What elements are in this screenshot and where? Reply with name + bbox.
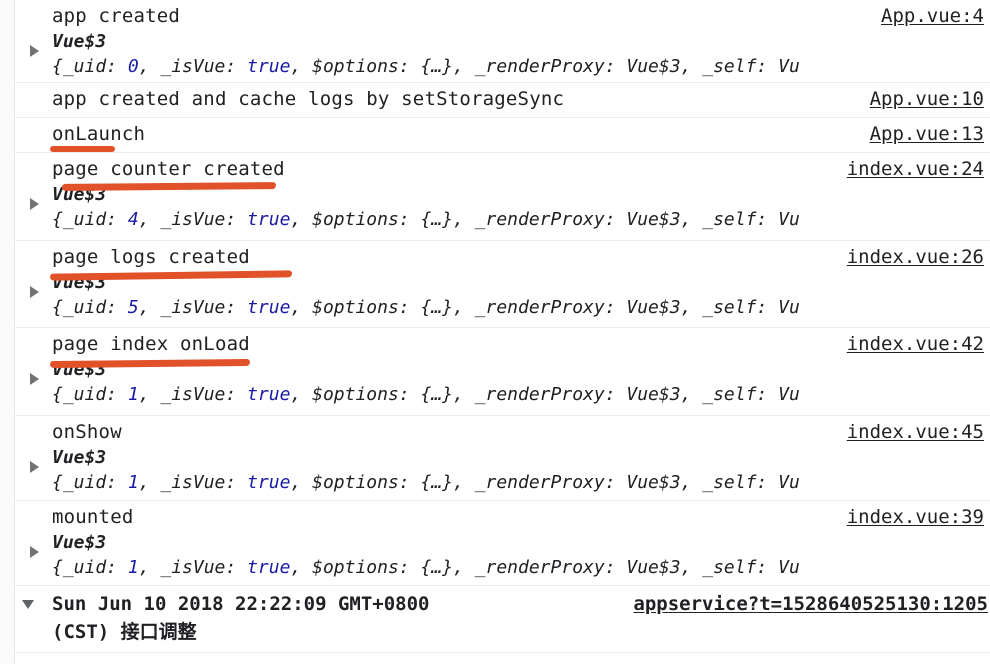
object-tail: Vu <box>778 472 800 493</box>
console-message-text: page logs created <box>52 246 250 268</box>
chevron-right-icon[interactable] <box>30 461 39 473</box>
object-uid-value: 1 <box>127 384 139 405</box>
object-preview[interactable]: Vue$3 {_uid: 5, _isVue: true, $options: … <box>30 270 986 321</box>
object-mid1: , _isVue: <box>138 297 248 318</box>
source-link[interactable]: App.vue:13 <box>870 121 984 148</box>
object-uid-value: 1 <box>127 557 139 578</box>
object-mid2: , $options: {…}, _renderProxy: Vue$3, _s… <box>290 557 779 578</box>
console-message-header: onLaunch App.vue:13 <box>52 121 986 148</box>
console-message-header: page counter created index.vue:24 <box>52 156 986 183</box>
object-uid-value: 0 <box>127 56 139 77</box>
object-isvue-value: true <box>247 56 291 77</box>
chevron-right-icon[interactable] <box>30 546 39 558</box>
console-message-text: page index onLoad <box>52 333 250 355</box>
object-tail: Vu <box>778 297 800 318</box>
source-link[interactable]: App.vue:10 <box>870 86 984 113</box>
console-group-header[interactable]: Sun Jun 10 2018 22:22:09 GMT+0800 appser… <box>0 586 990 653</box>
object-mid2: , $options: {…}, _renderProxy: Vue$3, _s… <box>290 472 779 493</box>
console-message[interactable]: page logs created index.vue:26 Vue$3 {_u… <box>0 241 990 328</box>
source-link[interactable]: index.vue:24 <box>847 156 984 183</box>
chevron-right-icon[interactable] <box>30 373 39 385</box>
console-message[interactable]: app created and cache logs by setStorage… <box>0 83 990 118</box>
object-preview[interactable]: Vue$3 {_uid: 4, _isVue: true, $options: … <box>30 182 986 233</box>
object-isvue-value: true <box>247 557 291 578</box>
object-tail: Vu <box>778 209 800 230</box>
console-message[interactable]: app created App.vue:4 Vue$3 {_uid: 0, _i… <box>0 0 990 83</box>
object-prefix: {_uid: <box>52 472 128 493</box>
object-tail: Vu <box>778 384 800 405</box>
console-message-header: onShow index.vue:45 <box>52 419 986 446</box>
object-mid2: , $options: {…}, _renderProxy: Vue$3, _s… <box>290 209 779 230</box>
console-message-header: page logs created index.vue:26 <box>52 244 986 271</box>
object-body: {_uid: 1, _isVue: true, $options: {…}, _… <box>52 470 986 496</box>
source-link[interactable]: index.vue:39 <box>847 504 984 531</box>
object-constructor: Vue$3 <box>52 359 107 380</box>
object-mid2: , $options: {…}, _renderProxy: Vue$3, _s… <box>290 297 779 318</box>
object-prefix: {_uid: <box>52 56 128 77</box>
object-constructor: Vue$3 <box>52 447 107 468</box>
source-link[interactable]: index.vue:45 <box>847 419 984 446</box>
object-prefix: {_uid: <box>52 209 128 230</box>
object-isvue-value: true <box>247 384 291 405</box>
object-constructor: Vue$3 <box>52 532 107 553</box>
object-isvue-value: true <box>247 297 291 318</box>
object-uid-value: 1 <box>127 472 139 493</box>
object-uid-value: 4 <box>127 209 139 230</box>
source-link[interactable]: index.vue:26 <box>847 244 984 271</box>
console-message-header: app created App.vue:4 <box>52 3 986 30</box>
source-link[interactable]: App.vue:4 <box>881 3 984 30</box>
object-prefix: {_uid: <box>52 297 128 318</box>
object-preview[interactable]: Vue$3 {_uid: 0, _isVue: true, $options: … <box>30 29 986 80</box>
console-message-text: app created <box>52 5 181 27</box>
object-mid1: , _isVue: <box>138 209 248 230</box>
chevron-right-icon[interactable] <box>30 198 39 210</box>
object-preview[interactable]: Vue$3 {_uid: 1, _isVue: true, $options: … <box>30 357 986 408</box>
object-prefix: {_uid: <box>52 557 128 578</box>
console-message[interactable]: page index onLoad index.vue:42 Vue$3 {_u… <box>0 328 990 416</box>
chevron-right-icon[interactable] <box>30 286 39 298</box>
object-isvue-value: true <box>247 209 291 230</box>
console-panel[interactable]: app created App.vue:4 Vue$3 {_uid: 0, _i… <box>0 0 990 664</box>
source-link[interactable]: index.vue:42 <box>847 331 984 358</box>
console-message-text: app created and cache logs by setStorage… <box>52 88 565 110</box>
object-body: {_uid: 4, _isVue: true, $options: {…}, _… <box>52 207 986 233</box>
object-isvue-value: true <box>247 472 291 493</box>
console-message[interactable]: page counter created index.vue:24 Vue$3 … <box>0 153 990 241</box>
object-body: {_uid: 5, _isVue: true, $options: {…}, _… <box>52 295 986 321</box>
console-message-header: app created and cache logs by setStorage… <box>52 86 986 113</box>
console-message-text: page counter created <box>52 158 285 180</box>
console-message-header: page index onLoad index.vue:42 <box>52 331 986 358</box>
object-preview[interactable]: Vue$3 {_uid: 1, _isVue: true, $options: … <box>30 445 986 496</box>
console-message-text: mounted <box>52 506 134 528</box>
object-mid2: , $options: {…}, _renderProxy: Vue$3, _s… <box>290 384 779 405</box>
object-tail: Vu <box>778 56 800 77</box>
source-link[interactable]: appservice?t=1528640525130:1205 <box>633 590 988 618</box>
chevron-down-icon[interactable] <box>22 600 34 609</box>
object-body: {_uid: 0, _isVue: true, $options: {…}, _… <box>52 54 986 80</box>
object-mid1: , _isVue: <box>138 472 248 493</box>
object-uid-value: 5 <box>127 297 139 318</box>
object-constructor: Vue$3 <box>52 272 107 293</box>
console-message[interactable]: mounted index.vue:39 Vue$3 {_uid: 1, _is… <box>0 501 990 586</box>
object-tail: Vu <box>778 557 800 578</box>
object-constructor: Vue$3 <box>52 184 107 205</box>
console-message-text: onLaunch <box>52 123 146 145</box>
object-preview[interactable]: Vue$3 {_uid: 1, _isVue: true, $options: … <box>30 530 986 581</box>
object-mid1: , _isVue: <box>138 557 248 578</box>
chevron-right-icon[interactable] <box>30 45 39 57</box>
object-body: {_uid: 1, _isVue: true, $options: {…}, _… <box>52 382 986 408</box>
object-body: {_uid: 1, _isVue: true, $options: {…}, _… <box>52 555 986 581</box>
console-message[interactable]: onLaunch App.vue:13 <box>0 118 990 153</box>
object-mid1: , _isVue: <box>138 384 248 405</box>
console-message-header: mounted index.vue:39 <box>52 504 986 531</box>
object-prefix: {_uid: <box>52 384 128 405</box>
object-mid2: , $options: {…}, _renderProxy: Vue$3, _s… <box>290 56 779 77</box>
console-message[interactable]: onShow index.vue:45 Vue$3 {_uid: 1, _isV… <box>0 416 990 501</box>
object-constructor: Vue$3 <box>52 31 107 52</box>
console-message-text: onShow <box>52 421 122 443</box>
group-subtitle: (CST) 接口调整 <box>52 621 197 643</box>
object-mid1: , _isVue: <box>138 56 248 77</box>
